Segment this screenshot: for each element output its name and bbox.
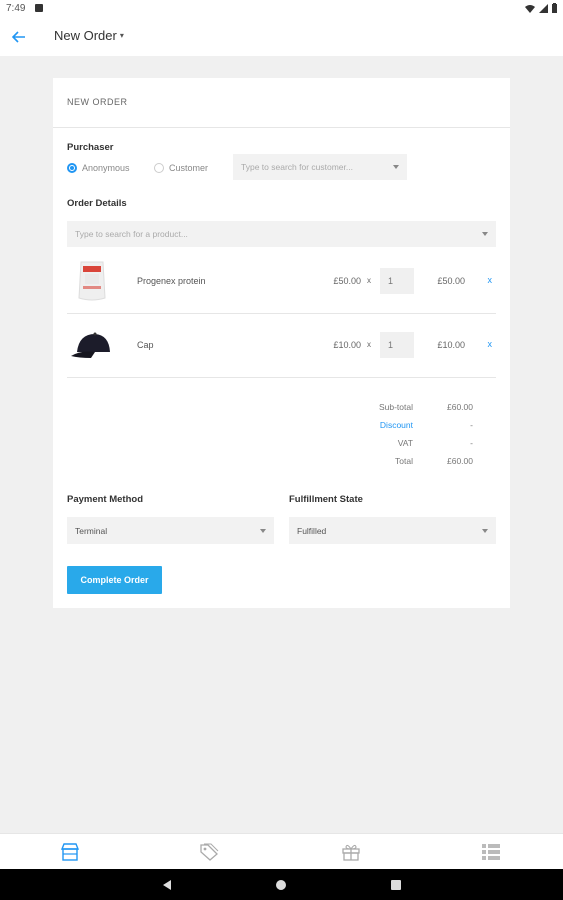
subtotal-value: £60.00 <box>447 402 473 412</box>
order-item-row: Cap £10.00 x 1 £10.00 x <box>67 314 496 378</box>
payment-method-label: Payment Method <box>67 494 144 505</box>
order-item-row: Progenex protein £50.00 x 1 £50.00 x <box>67 250 496 314</box>
total-row: Total £60.00 <box>343 454 473 472</box>
arrow-left-icon <box>12 31 25 43</box>
fulfillment-state-value: Fulfilled <box>297 525 327 536</box>
quantity-input[interactable]: 1 <box>380 268 414 294</box>
product-search-select[interactable]: Type to search for a product... <box>67 221 496 247</box>
status-time: 7:49 <box>6 3 26 14</box>
discount-link[interactable]: Discount <box>380 420 413 430</box>
list-icon[interactable] <box>480 841 502 863</box>
card-header: NEW ORDER <box>53 78 510 128</box>
order-details-label: Order Details <box>67 198 127 209</box>
fulfillment-state-label: Fulfillment State <box>289 494 363 505</box>
back-triangle-icon[interactable] <box>160 878 174 892</box>
dropdown-arrow-icon <box>393 165 399 169</box>
quantity-value: 1 <box>388 276 394 286</box>
wifi-icon <box>525 4 535 15</box>
subtotal-row: Sub-total £60.00 <box>343 400 473 418</box>
page-title-dropdown[interactable]: New Order ▾ <box>54 28 124 43</box>
quantity-value: 1 <box>388 340 394 350</box>
line-total: £50.00 <box>437 276 465 286</box>
dropdown-arrow-icon <box>482 528 488 533</box>
radio-anonymous[interactable]: Anonymous <box>67 163 130 173</box>
battery-icon <box>552 3 557 15</box>
protein-bag-image <box>69 258 115 304</box>
payment-method-value: Terminal <box>75 525 108 536</box>
home-circle-icon[interactable] <box>274 878 288 892</box>
signal-icon <box>539 3 548 15</box>
card-title: NEW ORDER <box>67 97 128 107</box>
system-navigation-bar <box>0 869 563 900</box>
customer-search-select[interactable]: Type to search for customer... <box>233 154 407 180</box>
fulfillment-state-select[interactable]: Fulfilled <box>289 517 496 544</box>
bottom-navigation <box>0 833 563 869</box>
tag-icon[interactable] <box>198 841 220 863</box>
quantity-input[interactable]: 1 <box>380 332 414 358</box>
discount-row: Discount - <box>343 418 473 436</box>
back-button[interactable] <box>8 26 30 48</box>
dropdown-arrow-icon <box>482 232 488 236</box>
product-search-placeholder: Type to search for a product... <box>75 229 188 239</box>
customer-search-placeholder: Type to search for customer... <box>241 162 353 172</box>
store-icon[interactable] <box>59 841 81 863</box>
notification-icon <box>35 4 43 12</box>
status-bar: 7:49 <box>0 0 563 18</box>
discount-value: - <box>470 420 473 430</box>
radio-button-checked[interactable] <box>67 163 77 173</box>
page-title: New Order <box>54 28 117 43</box>
line-total: £10.00 <box>437 340 465 350</box>
new-order-card: NEW ORDER Purchaser Anonymous Customer T… <box>53 78 510 608</box>
radio-button-unchecked[interactable] <box>154 163 164 173</box>
product-name: Progenex protein <box>137 276 206 286</box>
total-value: £60.00 <box>447 456 473 466</box>
product-price: £50.00 <box>333 276 361 286</box>
radio-customer-label: Customer <box>169 163 209 173</box>
complete-order-button[interactable]: Complete Order <box>67 566 162 594</box>
subtotal-label: Sub-total <box>378 402 413 412</box>
chevron-down-icon: ▾ <box>119 31 124 40</box>
vat-row: VAT - <box>343 436 473 454</box>
radio-anonymous-label: Anonymous <box>82 163 130 173</box>
vat-label: VAT <box>397 438 413 448</box>
purchaser-label: Purchaser <box>67 142 114 153</box>
status-icons <box>525 3 557 15</box>
remove-item-button[interactable]: x <box>488 275 493 285</box>
radio-customer[interactable]: Customer <box>154 163 208 173</box>
total-label: Total <box>395 456 413 466</box>
order-totals: Sub-total £60.00 Discount - VAT - Total … <box>343 400 473 472</box>
vat-value: - <box>470 438 473 448</box>
recents-square-icon[interactable] <box>389 878 403 892</box>
payment-method-select[interactable]: Terminal <box>67 517 274 544</box>
product-price: £10.00 <box>333 340 361 350</box>
times-sign: x <box>367 276 371 285</box>
cap-image <box>69 322 115 368</box>
dropdown-arrow-icon <box>260 528 266 533</box>
times-sign: x <box>367 340 371 349</box>
remove-item-button[interactable]: x <box>488 339 493 349</box>
gift-icon[interactable] <box>340 841 362 863</box>
app-bar: New Order ▾ <box>0 18 563 56</box>
product-name: Cap <box>137 340 154 350</box>
